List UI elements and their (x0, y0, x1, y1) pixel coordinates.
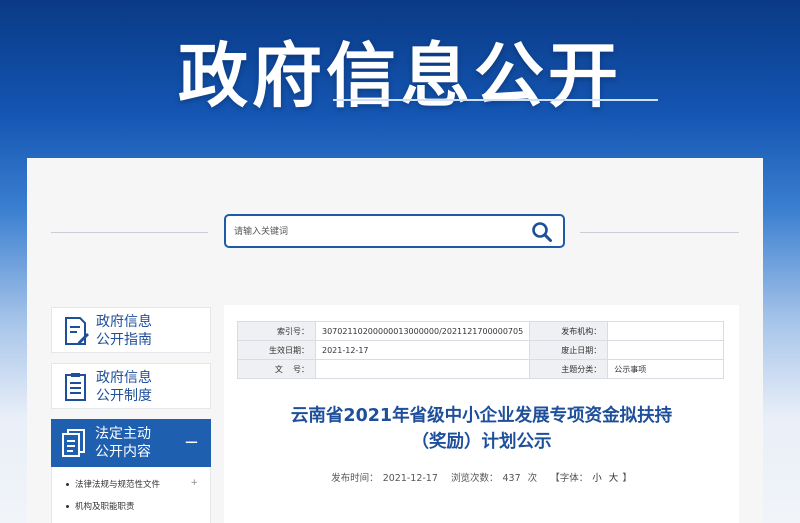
effective-date-value: 2021-12-17 (314, 340, 531, 360)
font-size-close: 】 (622, 473, 632, 484)
sidebar-item-system[interactable]: 政府信息 公开制度 (51, 363, 211, 409)
index-label: 索引号： (237, 321, 316, 341)
search-divider-right (580, 232, 739, 233)
publisher-value (607, 321, 724, 341)
sidebar-item-guide[interactable]: 政府信息 公开指南 (51, 307, 211, 353)
index-value: 30702110200000013000000/2021121700000705 (314, 321, 531, 341)
views-count: 437 (502, 473, 521, 484)
table-row: 文 号： 主题分类： 公示事项 (237, 359, 724, 379)
page-title: 政府信息公开 (178, 35, 622, 117)
document-copy-icon (62, 429, 85, 457)
collapse-toggle[interactable]: − (184, 432, 199, 453)
search-icon[interactable] (531, 221, 553, 243)
table-row: 索引号： 30702110200000013000000/20211217000… (237, 321, 724, 341)
font-size-label: 【字体： (550, 473, 589, 484)
doc-number-label: 文 号： (237, 359, 316, 379)
sidebar-item-label: 法定主动 公开内容 (95, 426, 151, 460)
expire-date-value (607, 340, 724, 360)
submenu-item-laws[interactable]: 法律法规与规范性文件 (66, 478, 160, 490)
category-label: 主题分类： (529, 359, 609, 379)
document-edit-icon (65, 317, 89, 345)
font-large-button[interactable]: 大 (609, 473, 619, 484)
search-divider-left (51, 232, 208, 233)
bullet-icon (66, 505, 69, 508)
publish-label: 发布时间： (331, 473, 379, 484)
sidebar-item-label: 政府信息 公开指南 (96, 314, 152, 348)
search-input[interactable] (234, 222, 514, 242)
doc-number-value (314, 359, 531, 379)
font-small-button[interactable]: 小 (592, 473, 602, 484)
views-label: 浏览次数： (450, 473, 499, 484)
sidebar-item-mandatory-content[interactable]: 法定主动 公开内容 − (51, 419, 211, 467)
submenu-item-institutions[interactable]: 机构及职能职责 (66, 500, 135, 512)
expand-icon[interactable]: + (190, 478, 198, 488)
document-list-icon (65, 373, 86, 401)
publish-date: 2021-12-17 (382, 473, 438, 484)
expire-date-label: 废止日期： (529, 340, 609, 360)
metadata-table: 索引号： 30702110200000013000000/20211217000… (237, 321, 724, 379)
document-title: 云南省2021年省级中小企业发展专项资金拟扶持 （奖励）计划公示 (290, 406, 673, 452)
effective-date-label: 生效日期： (237, 340, 316, 360)
search-box (224, 214, 565, 248)
views-unit: 次 (527, 473, 538, 484)
sidebar-submenu: 法律法规与规范性文件 + 机构及职能职责 (51, 467, 211, 523)
sidebar-item-label: 政府信息 公开制度 (96, 370, 152, 404)
category-value: 公示事项 (607, 359, 724, 379)
publisher-label: 发布机构： (529, 321, 609, 341)
document-info: 发布时间： 2021-12-17 浏览次数： 437 次 【字体：小 大】 (224, 470, 739, 484)
table-row: 生效日期： 2021-12-17 废止日期： (237, 340, 724, 360)
title-underline (333, 99, 658, 101)
bullet-icon (66, 483, 69, 486)
